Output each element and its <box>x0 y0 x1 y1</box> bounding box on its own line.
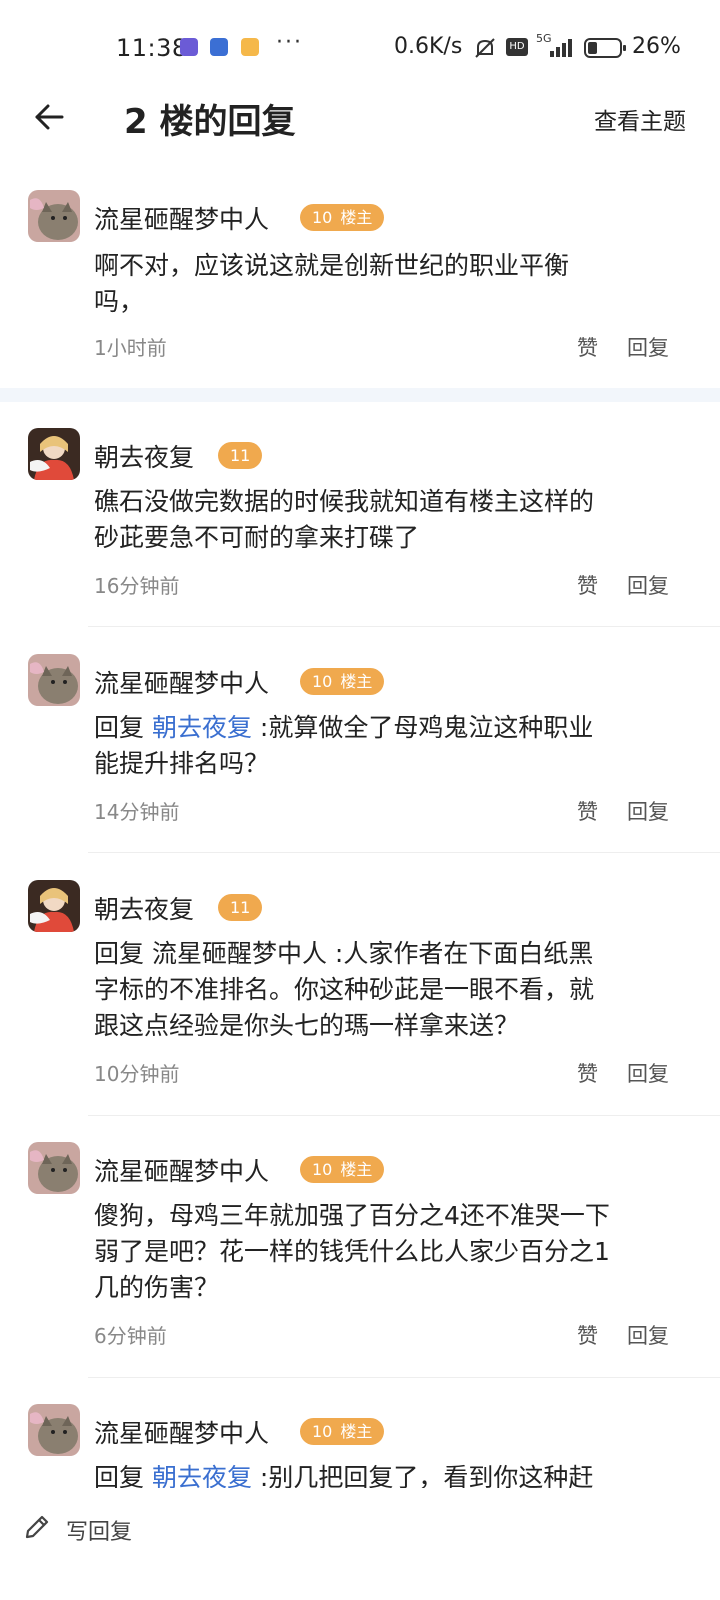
reply-button[interactable]: 回复 <box>627 332 669 362</box>
reply-text-line: 几的伤害？ <box>94 1273 220 1302</box>
level-number: 11 <box>230 898 251 917</box>
signal-icon <box>550 39 572 57</box>
status-time: 11:38 <box>116 34 188 62</box>
like-button[interactable]: 赞 <box>577 332 598 362</box>
reply-time: 14分钟前 <box>94 800 180 824</box>
reply-time: 1小时前 <box>94 336 167 360</box>
message-notification-icon <box>210 38 228 56</box>
reply-list: 流星砸醒梦中人 10 楼主 啊不对，应该说这就是创新世纪的职业平衡 吗， 1小时前… <box>0 168 720 1488</box>
reply-text-span: :别几把回复了，看到你这种赶 <box>251 1463 594 1488</box>
back-button[interactable] <box>28 96 70 138</box>
mute-icon <box>475 38 495 58</box>
divider <box>88 626 720 627</box>
op-label: 楼主 <box>340 1160 373 1179</box>
level-badge: 10 楼主 <box>300 668 385 695</box>
reply-text: 傻狗，母鸡三年就加强了百分之4还不准哭一下 弱了是吧？花一样的钱凭什么比人家少百… <box>94 1198 684 1306</box>
user-name[interactable]: 朝去夜复 <box>94 438 194 474</box>
reply-item: 流星砸醒梦中人 10 楼主 回复 朝去夜复 :就算做全了母鸡鬼泣这种职业 能提升排… <box>0 628 720 854</box>
level-number: 10 <box>312 208 333 227</box>
bottom-reply-bar[interactable]: 写回复 <box>0 1488 720 1600</box>
op-label: 楼主 <box>340 1422 373 1441</box>
battery-level: 26% <box>632 34 681 59</box>
level-number: 10 <box>312 1160 333 1179</box>
user-name[interactable]: 朝去夜复 <box>94 890 194 926</box>
level-badge: 10 楼主 <box>300 1418 385 1445</box>
level-badge: 11 <box>218 894 263 921</box>
reply-text-line: 跟这点经验是你头七的瑪一样拿来送？ <box>94 1011 520 1040</box>
reply-time: 16分钟前 <box>94 574 180 598</box>
user-name[interactable]: 流星砸醒梦中人 <box>94 1152 269 1188</box>
reply-text: 回复 朝去夜复 :别几把回复了，看到你这种赶 <box>94 1460 684 1488</box>
reply-text: 礁石没做完数据的时候我就知道有楼主这样的 砂茈要急不可耐的拿来打碟了 <box>94 484 684 556</box>
reply-prefix: 回复 <box>94 1463 152 1488</box>
reply-text-line: 回复 朝去夜复 :就算做全了母鸡鬼泣这种职业 <box>94 710 684 746</box>
note-notification-icon <box>241 38 259 56</box>
reply-text-line: 啊不对，应该说这就是创新世纪的职业平衡 <box>94 251 570 280</box>
level-number: 11 <box>230 446 251 465</box>
battery-icon <box>584 38 626 58</box>
avatar[interactable] <box>28 1142 80 1194</box>
level-badge: 11 <box>218 442 263 469</box>
like-button[interactable]: 赞 <box>577 570 598 600</box>
hd-icon: HD <box>506 38 528 56</box>
reply-time: 6分钟前 <box>94 1324 167 1348</box>
avatar[interactable] <box>28 428 80 480</box>
user-name[interactable]: 流星砸醒梦中人 <box>94 664 269 700</box>
level-badge: 10 楼主 <box>300 204 385 231</box>
reply-text-line: 弱了是吧？花一样的钱凭什么比人家少百分之1 <box>94 1237 610 1266</box>
reply-text-span: :就算做全了母鸡鬼泣这种职业 <box>251 713 594 742</box>
op-label: 楼主 <box>340 672 373 691</box>
avatar[interactable] <box>28 880 80 932</box>
reply-text-line: 能提升排名吗？ <box>94 749 270 778</box>
op-label: 楼主 <box>340 208 373 227</box>
user-name[interactable]: 流星砸醒梦中人 <box>94 200 269 236</box>
user-name[interactable]: 流星砸醒梦中人 <box>94 1414 269 1450</box>
network-speed: 0.6K/s <box>394 34 463 59</box>
avatar[interactable] <box>28 654 80 706</box>
reply-prefix: 回复 <box>94 713 152 742</box>
like-button[interactable]: 赞 <box>577 796 598 826</box>
reply-button[interactable]: 回复 <box>627 796 669 826</box>
reply-text: 回复 朝去夜复 :就算做全了母鸡鬼泣这种职业 能提升排名吗？ <box>94 710 684 782</box>
like-button[interactable]: 赞 <box>577 1320 598 1350</box>
write-reply-button[interactable]: 写回复 <box>66 1514 132 1546</box>
level-number: 10 <box>312 672 333 691</box>
reply-item: 朝去夜复 11 回复 流星砸醒梦中人 :人家作者在下面白纸黑 字标的不准排名。你… <box>0 854 720 1116</box>
avatar[interactable] <box>28 1404 80 1456</box>
reply-button[interactable]: 回复 <box>627 1320 669 1350</box>
level-badge: 10 楼主 <box>300 1156 385 1183</box>
pencil-icon <box>25 1515 49 1539</box>
reply-item: 朝去夜复 11 礁石没做完数据的时候我就知道有楼主这样的 砂茈要急不可耐的拿来打… <box>0 402 720 628</box>
like-button[interactable]: 赞 <box>577 1058 598 1088</box>
divider <box>88 852 720 853</box>
reply-item: 流星砸醒梦中人 10 楼主 啊不对，应该说这就是创新世纪的职业平衡 吗， 1小时前… <box>0 168 720 402</box>
view-topic-button[interactable]: 查看主题 <box>594 102 686 136</box>
mention-link[interactable]: 朝去夜复 <box>152 1463 252 1488</box>
reply-time: 10分钟前 <box>94 1062 180 1086</box>
arrow-left-icon <box>35 104 64 130</box>
reply-text-line: 回复 朝去夜复 :别几把回复了，看到你这种赶 <box>94 1460 684 1488</box>
reply-text: 啊不对，应该说这就是创新世纪的职业平衡 吗， <box>94 248 684 320</box>
tieba-notification-icon <box>180 38 198 56</box>
reply-text-line: 回复 流星砸醒梦中人 :人家作者在下面白纸黑 <box>94 939 594 968</box>
reply-text-line: 砂茈要急不可耐的拿来打碟了 <box>94 523 420 552</box>
reply-item: 流星砸醒梦中人 10 楼主 傻狗，母鸡三年就加强了百分之4还不准哭一下 弱了是吧？… <box>0 1116 720 1378</box>
header: 2 楼的回复 查看主题 <box>0 80 720 156</box>
reply-text-line: 吗， <box>94 287 145 316</box>
reply-text-line: 傻狗，母鸡三年就加强了百分之4还不准哭一下 <box>94 1201 610 1230</box>
reply-button[interactable]: 回复 <box>627 1058 669 1088</box>
reply-text-line: 字标的不准排名。你这种砂茈是一眼不看，就 <box>94 975 595 1004</box>
level-number: 10 <box>312 1422 333 1441</box>
reply-text-line: 礁石没做完数据的时候我就知道有楼主这样的 <box>94 487 595 516</box>
more-notifications-icon: ··· <box>276 30 303 55</box>
page-title: 2 楼的回复 <box>124 102 296 142</box>
reply-button[interactable]: 回复 <box>627 570 669 600</box>
avatar[interactable] <box>28 190 80 242</box>
mention-link[interactable]: 朝去夜复 <box>152 713 252 742</box>
divider <box>0 388 720 402</box>
reply-text: 回复 流星砸醒梦中人 :人家作者在下面白纸黑 字标的不准排名。你这种砂茈是一眼不… <box>94 936 684 1044</box>
reply-item: 流星砸醒梦中人 10 楼主 回复 朝去夜复 :别几把回复了，看到你这种赶 <box>0 1378 720 1488</box>
